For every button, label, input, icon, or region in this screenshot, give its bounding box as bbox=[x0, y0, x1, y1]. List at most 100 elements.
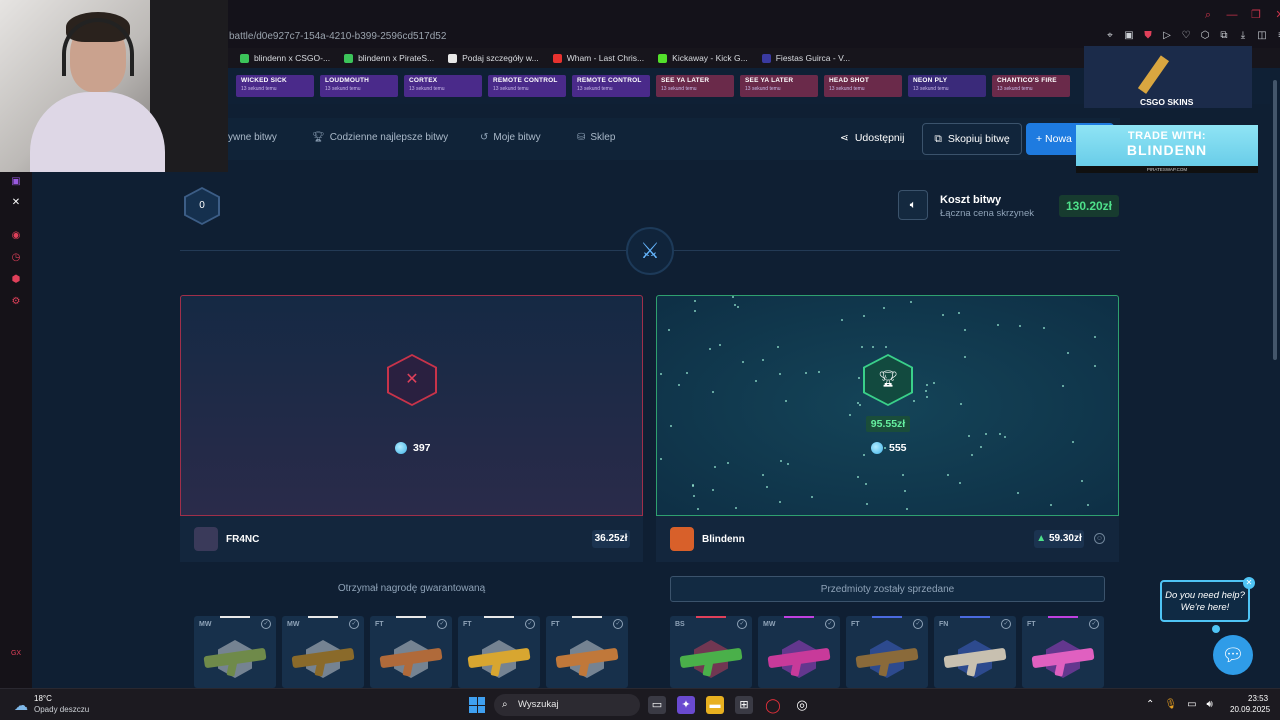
avatar[interactable] bbox=[670, 527, 694, 551]
close-icon[interactable]: ✕ bbox=[1243, 577, 1255, 589]
drop-time: 13 sekund temu bbox=[913, 86, 949, 92]
copilot-icon[interactable]: ✦ bbox=[677, 696, 695, 714]
nav-my-battles[interactable]: ↺ Moje bitwy bbox=[480, 132, 541, 143]
item-card[interactable]: FT ✓ bbox=[846, 616, 928, 688]
live-drop-item[interactable]: HEAD SHOT 13 sekund temu bbox=[824, 75, 902, 97]
microphone-icon[interactable]: 🎙︎ bbox=[1164, 699, 1177, 710]
task-view-icon[interactable]: ▭ bbox=[648, 696, 666, 714]
cube-icon[interactable]: ⬢ bbox=[10, 274, 22, 286]
puzzle-icon[interactable]: ⧉ bbox=[1218, 30, 1230, 42]
star-dot bbox=[785, 400, 787, 402]
snapshot-icon[interactable]: ▣ bbox=[1123, 30, 1135, 42]
star-dot bbox=[858, 377, 860, 379]
live-drop-item[interactable]: SEE YA LATER 13 sekund temu bbox=[740, 75, 818, 97]
arrow-up-icon: ▲ bbox=[1036, 533, 1047, 544]
bookmark-item[interactable]: Fiestas Guirca - V... bbox=[761, 53, 850, 63]
twitch-icon[interactable]: ▣ bbox=[10, 176, 22, 188]
player-name[interactable]: FR4NC bbox=[226, 534, 259, 545]
steam-icon[interactable]: ◎ bbox=[793, 696, 811, 714]
item-card[interactable]: MW ✓ bbox=[282, 616, 364, 688]
drop-name: SEE YA LATER bbox=[661, 77, 710, 84]
x-icon: ✕ bbox=[389, 356, 435, 404]
live-drop-item[interactable]: SEE YA LATER 13 sekund temu bbox=[656, 75, 734, 97]
help-bubble[interactable]: Do you need help? We're here! bbox=[1160, 580, 1250, 622]
taskbar-search[interactable]: ⌕ Wyszukaj bbox=[494, 694, 640, 716]
star-dot bbox=[1072, 441, 1074, 443]
rarity-bar bbox=[960, 616, 990, 618]
bookmark-item[interactable]: Kickaway - Kick G... bbox=[658, 53, 748, 63]
live-drop-item[interactable]: LOUDMOUTH 13 sekund temu bbox=[320, 75, 398, 97]
clock-time[interactable]: 23:53 bbox=[1248, 694, 1268, 703]
extensions-icon[interactable]: ⬡ bbox=[1199, 30, 1211, 42]
file-explorer-icon[interactable]: ▬ bbox=[706, 696, 724, 714]
weather-description[interactable]: Opady deszczu bbox=[34, 705, 89, 714]
nav-active-battles[interactable]: ywne bitwy bbox=[228, 132, 277, 143]
address-bar[interactable]: battle/d0e927c7-154a-4210-b399-2596cd517… bbox=[229, 31, 446, 42]
bookmark-item[interactable]: Podaj szczegóły w... bbox=[448, 53, 539, 63]
guaranteed-reward-note: Otrzymał nagrodę gwarantowaną bbox=[337, 583, 486, 594]
battle-cost-title: Koszt bitwy bbox=[940, 194, 1002, 206]
share-button[interactable]: ⋖ Udostępnij bbox=[840, 132, 904, 144]
settings-icon[interactable]: ⚙ bbox=[10, 296, 22, 308]
check-icon: ✓ bbox=[437, 619, 447, 629]
bookmark-item[interactable]: Wham - Last Chris... bbox=[552, 53, 644, 63]
heart-icon[interactable]: ♡ bbox=[1180, 30, 1192, 42]
scrollbar-thumb[interactable] bbox=[1273, 80, 1277, 360]
shield-icon[interactable]: ⛊ bbox=[1142, 30, 1154, 42]
item-card[interactable]: FT ✓ bbox=[370, 616, 452, 688]
star-dot bbox=[958, 312, 960, 314]
download-icon[interactable]: ⤓ bbox=[1237, 30, 1249, 42]
weather-temperature[interactable]: 18°C bbox=[34, 694, 52, 703]
nav-daily-best[interactable]: 🏆︎ Codzienne najlepsze bitwy bbox=[312, 132, 448, 143]
start-button[interactable] bbox=[469, 697, 485, 713]
menu-icon[interactable]: ≡ bbox=[1275, 30, 1280, 42]
x-icon[interactable]: ✕ bbox=[10, 197, 22, 209]
info-icon[interactable]: ☺ bbox=[1094, 533, 1105, 544]
close-icon[interactable]: ✕ bbox=[1274, 9, 1280, 21]
live-drop-item[interactable]: REMOTE CONTROL 13 sekund temu bbox=[572, 75, 650, 97]
volume-icon[interactable]: 🔊︎ bbox=[1207, 699, 1213, 710]
live-drop-item[interactable]: CHANTICO'S FIRE 13 sekund temu bbox=[992, 75, 1070, 97]
record-icon[interactable]: ◉ bbox=[10, 230, 22, 242]
chevron-up-icon[interactable]: ⌃ bbox=[1146, 699, 1154, 710]
bookmark-item[interactable]: blindenn x CSGO-... bbox=[240, 53, 330, 63]
weather-cloud-icon[interactable]: ☁ bbox=[12, 696, 30, 714]
avatar[interactable] bbox=[194, 527, 218, 551]
live-drop-item[interactable]: NEON PLY 13 sekund temu bbox=[908, 75, 986, 97]
item-card[interactable]: MW ✓ bbox=[194, 616, 276, 688]
bookmark-item[interactable]: blindenn x PirateS... bbox=[344, 53, 434, 63]
network-icon[interactable]: ▭ bbox=[1187, 699, 1196, 710]
item-card[interactable]: MW ✓ bbox=[758, 616, 840, 688]
item-card[interactable]: FN ✓ bbox=[934, 616, 1016, 688]
search-icon[interactable]: ⌕ bbox=[1202, 9, 1214, 21]
clock-date[interactable]: 20.09.2025 bbox=[1230, 705, 1270, 714]
sound-toggle-button[interactable]: 🔈︎ bbox=[898, 190, 928, 220]
item-card[interactable]: FT ✓ bbox=[458, 616, 540, 688]
live-drop-item[interactable]: REMOTE CONTROL 13 sekund temu bbox=[488, 75, 566, 97]
trade-banner: TRADE WITH: BLINDENN PIRATESWAP.COM bbox=[1076, 125, 1258, 173]
item-card[interactable]: FT ✓ bbox=[546, 616, 628, 688]
item-card[interactable]: BS ✓ bbox=[670, 616, 752, 688]
minimize-icon[interactable]: — bbox=[1226, 9, 1238, 21]
pin-icon[interactable]: ⌖ bbox=[1104, 30, 1116, 42]
nav-shop[interactable]: ⛁ Sklep bbox=[577, 132, 615, 143]
live-drop-item[interactable]: WICKED SICK 13 sekund temu bbox=[236, 75, 314, 97]
chat-icon: 💬︎ bbox=[1221, 645, 1245, 665]
star-dot bbox=[964, 356, 966, 358]
play-icon[interactable]: ▷ bbox=[1161, 30, 1173, 42]
item-card[interactable]: FT ✓ bbox=[1022, 616, 1104, 688]
camera-icon[interactable]: ◫ bbox=[1256, 30, 1268, 42]
restore-icon[interactable]: ❐ bbox=[1250, 9, 1262, 21]
live-drop-item[interactable]: CORTEX 13 sekund temu bbox=[404, 75, 482, 97]
star-dot bbox=[762, 474, 764, 476]
gx-icon[interactable]: GX bbox=[10, 648, 22, 660]
star-dot bbox=[694, 300, 696, 302]
clock-icon[interactable]: ◷ bbox=[10, 252, 22, 264]
chat-button[interactable]: 💬︎ bbox=[1213, 635, 1253, 675]
store-icon[interactable]: ⊞ bbox=[735, 696, 753, 714]
copy-battle-button[interactable]: ⧉ Skopiuj bitwę bbox=[922, 123, 1022, 155]
opera-gx-icon[interactable]: ◯ bbox=[764, 696, 782, 714]
scrollbar[interactable] bbox=[1270, 70, 1280, 688]
bookmark-favicon-icon bbox=[658, 53, 668, 63]
player-name[interactable]: Blindenn bbox=[702, 534, 745, 545]
